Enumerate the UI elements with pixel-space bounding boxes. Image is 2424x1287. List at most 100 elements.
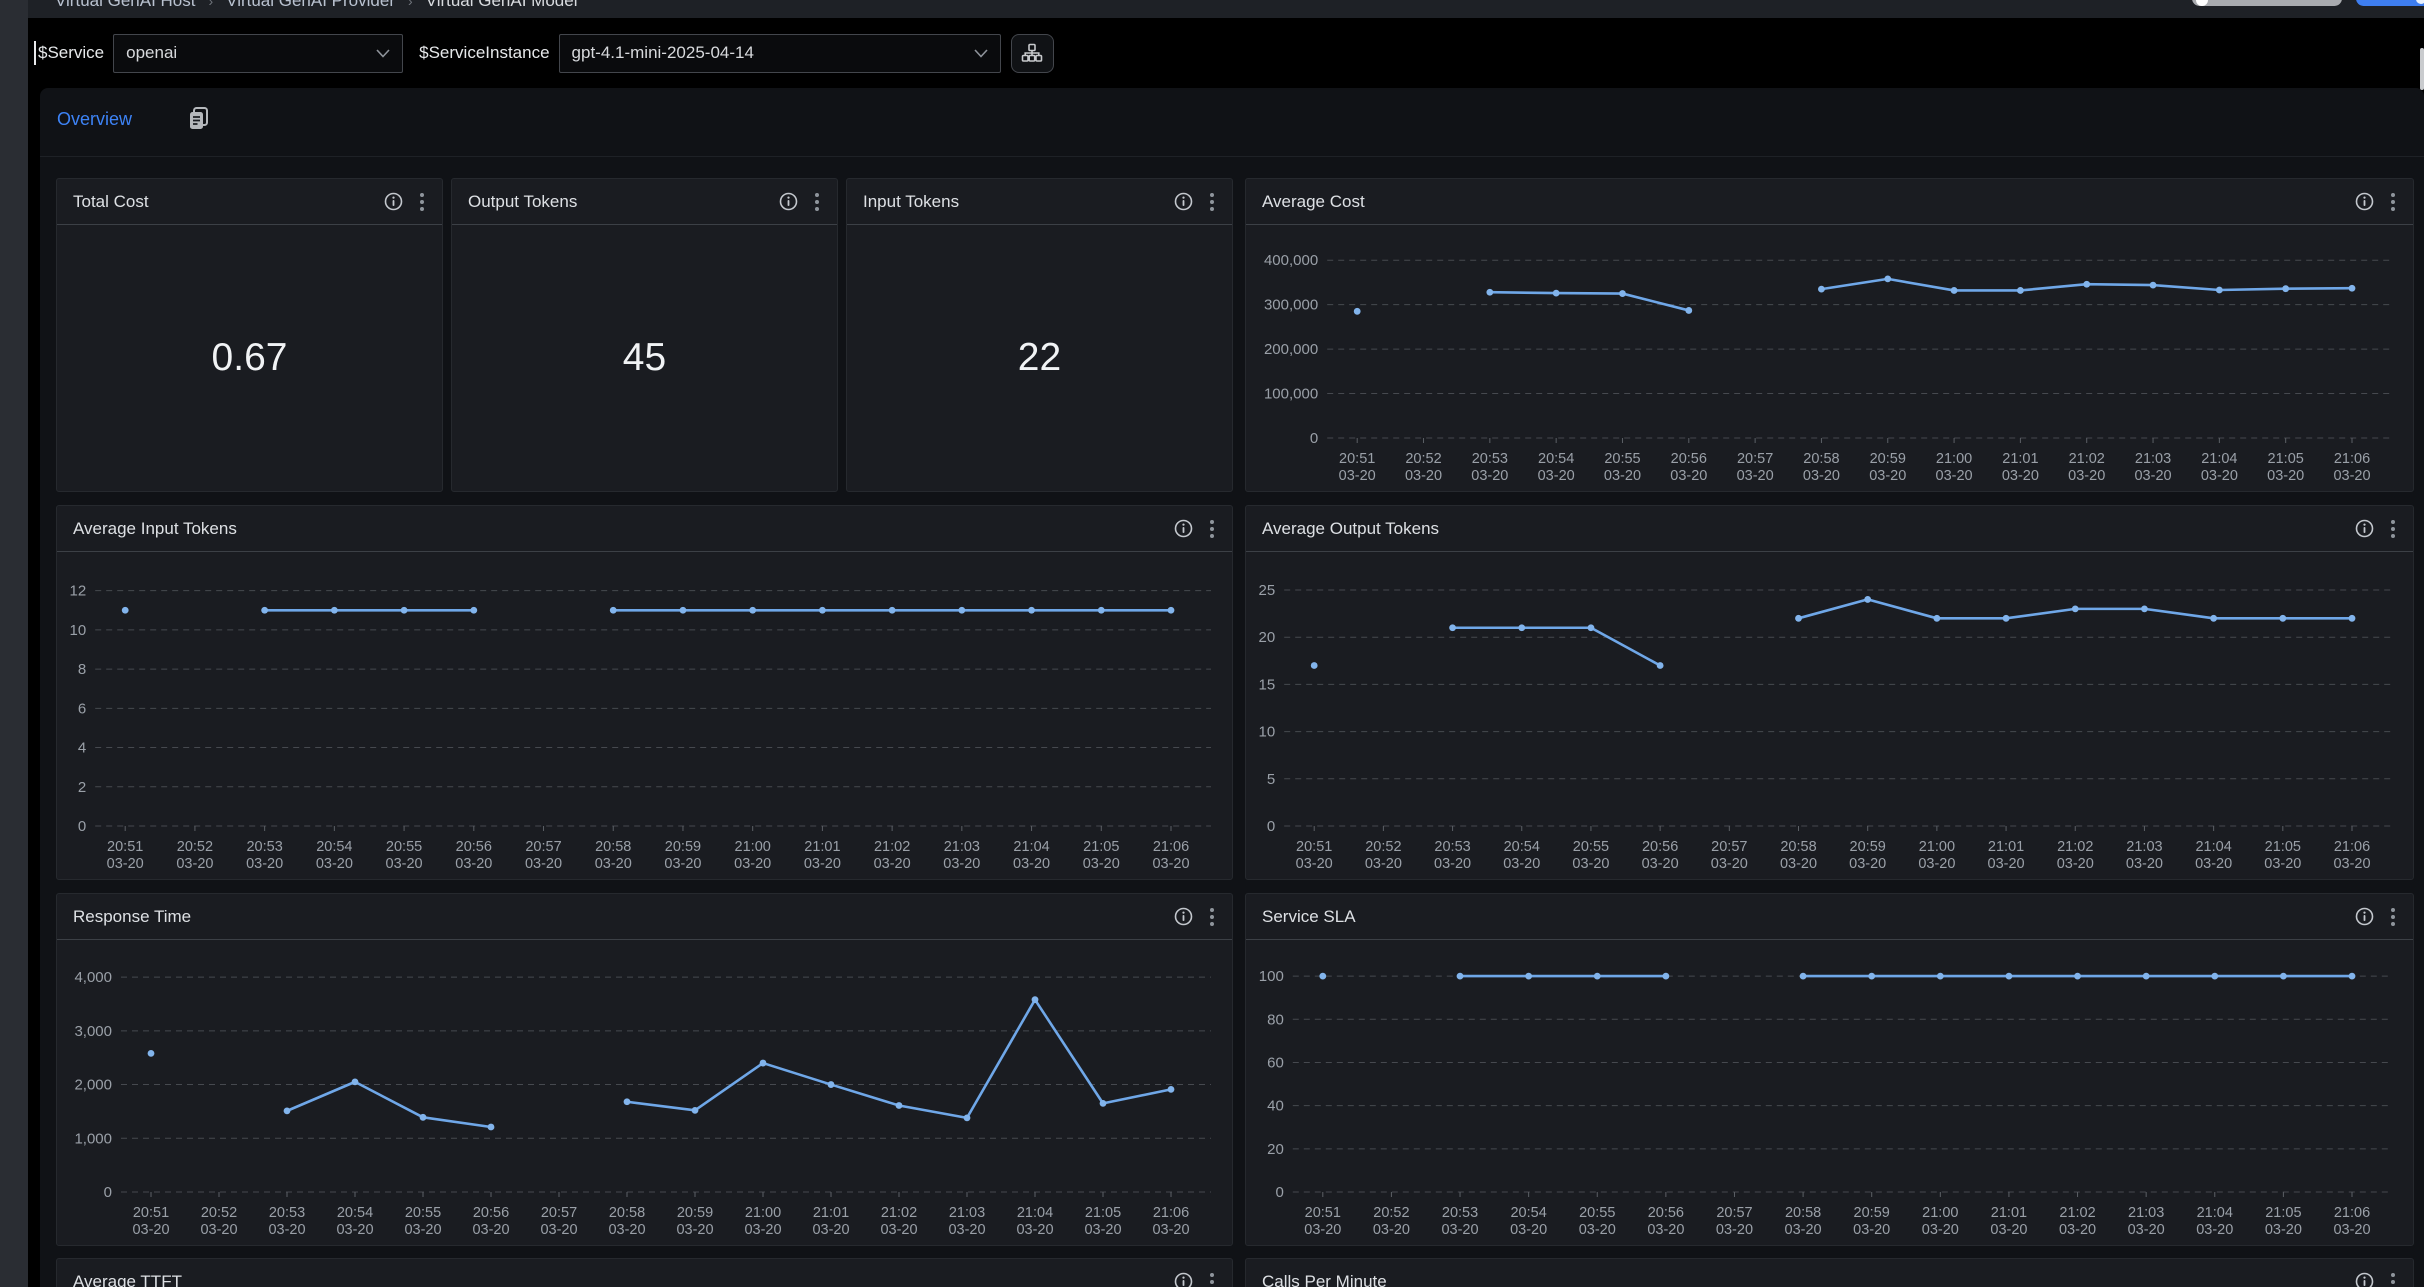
kebab-menu-icon[interactable] <box>1202 1269 1222 1287</box>
panel-header[interactable]: Average TTFT <box>57 1259 1232 1287</box>
tab-overview[interactable]: Overview <box>57 109 132 130</box>
copy-dashboard-icon[interactable] <box>186 106 212 132</box>
kebab-menu-icon[interactable] <box>1202 904 1222 930</box>
instance-variable-select[interactable]: gpt-4.1-mini-2025-04-14 <box>559 34 1001 73</box>
svg-text:20:54: 20:54 <box>1504 839 1540 855</box>
kebab-menu-icon[interactable] <box>1202 516 1222 542</box>
svg-text:20:57: 20:57 <box>1716 1205 1752 1221</box>
panel-average-input-tokens: Average Input Tokens 02468101220:5103-20… <box>56 505 1233 880</box>
svg-text:03-20: 03-20 <box>1988 856 2025 872</box>
svg-text:2: 2 <box>78 779 86 796</box>
svg-text:21:04: 21:04 <box>2201 451 2237 467</box>
kebab-menu-icon[interactable] <box>807 189 827 215</box>
kebab-menu-icon[interactable] <box>2383 904 2403 930</box>
svg-text:03-20: 03-20 <box>2333 856 2370 872</box>
svg-text:4: 4 <box>78 740 86 757</box>
panel-header[interactable]: Output Tokens <box>452 179 837 225</box>
svg-text:20:57: 20:57 <box>1737 451 1773 467</box>
info-icon[interactable] <box>1170 1269 1196 1287</box>
info-icon[interactable] <box>2351 1269 2377 1287</box>
svg-text:03-20: 03-20 <box>540 1222 577 1238</box>
svg-text:03-20: 03-20 <box>2128 1222 2165 1238</box>
panel-average-ttft: Average TTFT <box>56 1258 1233 1287</box>
svg-text:03-20: 03-20 <box>176 856 213 872</box>
svg-text:03-20: 03-20 <box>2201 468 2238 484</box>
panel-header[interactable]: Total Cost <box>57 179 442 225</box>
svg-text:15: 15 <box>1259 676 1276 693</box>
svg-text:03-20: 03-20 <box>107 856 144 872</box>
svg-text:20:53: 20:53 <box>246 839 282 855</box>
info-icon[interactable] <box>775 189 801 215</box>
svg-text:20:51: 20:51 <box>1296 839 1332 855</box>
svg-text:03-20: 03-20 <box>1922 1222 1959 1238</box>
svg-text:21:05: 21:05 <box>1085 1205 1121 1221</box>
panel-response-time: Response Time 01,0002,0003,0004,00020:51… <box>56 893 1233 1246</box>
panel-header[interactable]: Average Output Tokens <box>1246 506 2413 552</box>
svg-text:60: 60 <box>1267 1054 1284 1071</box>
kebab-menu-icon[interactable] <box>1202 189 1222 215</box>
svg-text:21:06: 21:06 <box>2334 451 2370 467</box>
svg-text:03-20: 03-20 <box>1405 468 1442 484</box>
svg-text:03-20: 03-20 <box>1365 856 1402 872</box>
svg-text:03-20: 03-20 <box>1936 468 1973 484</box>
svg-text:2,000: 2,000 <box>74 1077 112 1094</box>
panel-output-tokens: Output Tokens 45 <box>451 178 838 492</box>
svg-text:21:01: 21:01 <box>804 839 840 855</box>
svg-text:20: 20 <box>1267 1141 1284 1158</box>
scrollbar-thumb[interactable] <box>2420 48 2424 90</box>
panel-header[interactable]: Calls Per Minute <box>1246 1259 2413 1287</box>
info-icon[interactable] <box>1170 516 1196 542</box>
info-icon[interactable] <box>2351 189 2377 215</box>
collapsed-sidebar[interactable] <box>0 0 28 1287</box>
service-variable-select[interactable]: openai <box>113 34 403 73</box>
svg-text:20:58: 20:58 <box>609 1205 645 1221</box>
svg-text:20:56: 20:56 <box>473 1205 509 1221</box>
svg-text:20:51: 20:51 <box>1305 1205 1341 1221</box>
svg-text:21:02: 21:02 <box>2057 839 2093 855</box>
panel-header[interactable]: Average Input Tokens <box>57 506 1232 552</box>
svg-text:21:01: 21:01 <box>813 1205 849 1221</box>
svg-text:03-20: 03-20 <box>744 1222 781 1238</box>
breadcrumb-item-host[interactable]: Virtual GenAI Host <box>55 0 195 11</box>
info-icon[interactable] <box>1170 189 1196 215</box>
breadcrumb-item-model[interactable]: Virtual GenAI Model <box>426 0 578 11</box>
breadcrumb-item-provider[interactable]: Virtual GenAI Provider <box>226 0 395 11</box>
svg-text:03-20: 03-20 <box>1990 1222 2027 1238</box>
svg-text:03-20: 03-20 <box>2333 468 2370 484</box>
info-icon[interactable] <box>1170 904 1196 930</box>
panel-header[interactable]: Average Cost <box>1246 179 2413 225</box>
svg-text:20:55: 20:55 <box>1579 1205 1615 1221</box>
svg-text:21:06: 21:06 <box>1153 1205 1189 1221</box>
svg-text:03-20: 03-20 <box>1304 1222 1341 1238</box>
kebab-menu-icon[interactable] <box>2383 516 2403 542</box>
service-variable-label: $Service <box>38 43 104 63</box>
svg-text:21:00: 21:00 <box>735 839 771 855</box>
svg-text:03-20: 03-20 <box>1785 1222 1822 1238</box>
toggle-pill-button[interactable] <box>2192 0 2342 6</box>
panel-title: Service SLA <box>1262 907 1356 927</box>
svg-text:03-20: 03-20 <box>472 1222 509 1238</box>
panel-header[interactable]: Response Time <box>57 894 1232 940</box>
svg-text:10: 10 <box>1259 724 1276 741</box>
svg-text:03-20: 03-20 <box>1572 856 1609 872</box>
panel-header[interactable]: Service SLA <box>1246 894 2413 940</box>
topology-view-button[interactable] <box>1011 34 1054 73</box>
kebab-menu-icon[interactable] <box>412 189 432 215</box>
svg-text:03-20: 03-20 <box>2059 1222 2096 1238</box>
primary-action-button[interactable] <box>2356 0 2424 6</box>
svg-text:03-20: 03-20 <box>132 1222 169 1238</box>
svg-text:20:59: 20:59 <box>665 839 701 855</box>
svg-text:21:04: 21:04 <box>2197 1205 2233 1221</box>
svg-text:03-20: 03-20 <box>2195 856 2232 872</box>
info-icon[interactable] <box>2351 516 2377 542</box>
panel-header[interactable]: Input Tokens <box>847 179 1232 225</box>
kebab-menu-icon[interactable] <box>2383 1269 2403 1287</box>
svg-text:03-20: 03-20 <box>404 1222 441 1238</box>
breadcrumb-bar: Virtual GenAI Host › Virtual GenAI Provi… <box>28 0 2424 18</box>
kebab-menu-icon[interactable] <box>2383 189 2403 215</box>
svg-text:03-20: 03-20 <box>1084 1222 1121 1238</box>
svg-text:10: 10 <box>70 622 87 639</box>
info-icon[interactable] <box>380 189 406 215</box>
info-icon[interactable] <box>2351 904 2377 930</box>
svg-text:25: 25 <box>1259 582 1276 599</box>
